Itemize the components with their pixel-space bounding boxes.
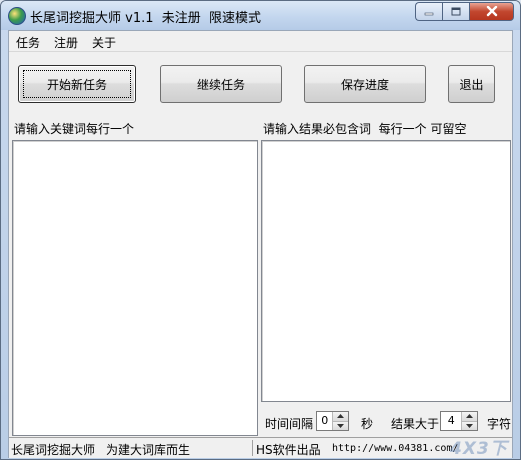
result-up-button[interactable] xyxy=(462,412,477,421)
arrow-up-icon xyxy=(337,414,345,419)
interval-unit: 秒 xyxy=(361,417,374,431)
start-new-task-button[interactable]: 开始新任务 xyxy=(18,65,136,103)
keywords-label: 请输入关键词每行一个 xyxy=(14,122,135,136)
interval-spin-arrows xyxy=(332,412,348,430)
result-length-value[interactable]: 4 xyxy=(441,412,461,430)
status-url[interactable]: http://www.04381.com/ xyxy=(332,443,458,454)
maximize-icon xyxy=(451,7,461,16)
status-app-name: 长尾词挖掘大师 xyxy=(11,443,96,457)
required-words-label: 请输入结果必包含词 每行一个 可留空 xyxy=(263,122,467,136)
maximize-button[interactable] xyxy=(442,2,469,21)
status-divider xyxy=(252,440,253,456)
arrow-up-icon xyxy=(466,414,474,419)
arrow-down-icon xyxy=(337,423,345,428)
result-spin-arrows xyxy=(461,412,477,430)
interval-down-button[interactable] xyxy=(333,420,348,430)
menu-bar: 任务 注册 关于 xyxy=(9,31,512,52)
result-down-button[interactable] xyxy=(462,420,477,430)
app-window: 长尾词挖掘大师 v1.1 未注册 限速模式 任务 注册 关于 开始新任务 继续任… xyxy=(0,0,521,460)
interval-spinner[interactable]: 0 xyxy=(316,411,349,431)
exit-button[interactable]: 退出 xyxy=(448,65,495,103)
minimize-button[interactable] xyxy=(415,2,442,21)
focus-rectangle xyxy=(23,70,131,98)
status-vendor: HS软件出品 xyxy=(256,443,321,457)
close-button[interactable] xyxy=(469,2,514,21)
menu-register[interactable]: 注册 xyxy=(54,34,78,51)
continue-task-button[interactable]: 继续任务 xyxy=(160,65,282,103)
interval-up-button[interactable] xyxy=(333,412,348,421)
watermark-logo: 4X3下载 xyxy=(450,439,508,459)
menu-task[interactable]: 任务 xyxy=(16,34,40,51)
result-length-spinner[interactable]: 4 xyxy=(440,411,478,431)
window-title: 长尾词挖掘大师 v1.1 未注册 限速模式 xyxy=(30,11,262,26)
status-slogan: 为建大词库而生 xyxy=(106,443,191,457)
close-icon xyxy=(486,6,497,17)
title-bar[interactable]: 长尾词挖掘大师 v1.1 未注册 限速模式 xyxy=(1,1,520,30)
result-length-label: 结果大于 xyxy=(391,417,440,431)
interval-value[interactable]: 0 xyxy=(317,412,332,430)
minimize-icon xyxy=(424,12,434,15)
interval-label: 时间间隔 xyxy=(265,417,314,431)
status-bar: 长尾词挖掘大师 为建大词库而生 HS软件出品 http://www.04381.… xyxy=(9,437,512,458)
continue-task-label: 继续任务 xyxy=(196,77,245,92)
caption-buttons xyxy=(415,2,514,21)
menu-about[interactable]: 关于 xyxy=(92,34,116,51)
exit-label: 退出 xyxy=(459,77,484,92)
save-progress-button[interactable]: 保存进度 xyxy=(304,65,426,103)
client-area: 任务 注册 关于 开始新任务 继续任务 保存进度 退出 请输入关键词每行一个 请… xyxy=(8,30,513,458)
app-globe-icon[interactable] xyxy=(8,7,26,25)
save-progress-label: 保存进度 xyxy=(340,77,389,92)
keywords-input[interactable] xyxy=(12,140,258,436)
result-length-unit: 字符 xyxy=(487,417,512,431)
arrow-down-icon xyxy=(466,423,474,428)
required-words-input[interactable] xyxy=(261,140,511,402)
